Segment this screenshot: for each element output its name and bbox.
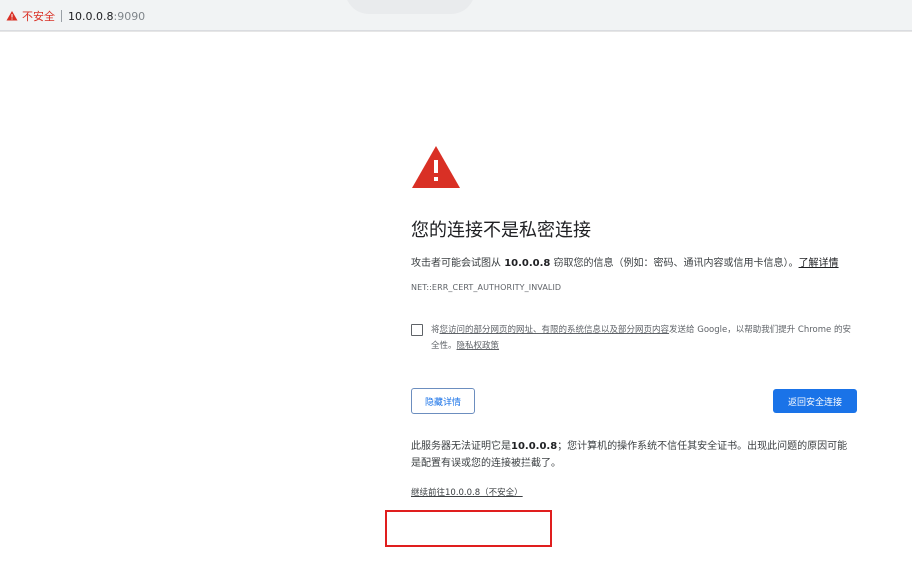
intro-text: 攻击者可能会试图从 10.0.0.8 窃取您的信息（例如：密码、通讯内容或信用卡… bbox=[411, 255, 856, 273]
annotation-highlight-box bbox=[385, 510, 552, 547]
details-prefix: 此服务器无法证明它是 bbox=[411, 441, 511, 452]
ssl-interstitial: 您的连接不是私密连接 攻击者可能会试图从 10.0.0.8 窃取您的信息（例如：… bbox=[411, 145, 861, 499]
privacy-policy-link[interactable]: 隐私权政策 bbox=[457, 341, 500, 351]
back-to-safety-button[interactable]: 返回安全连接 bbox=[773, 389, 857, 413]
error-code: NET::ERR_CERT_AUTHORITY_INVALID bbox=[411, 283, 562, 292]
learn-more-link[interactable]: 了解详情 bbox=[799, 258, 839, 269]
omnibox[interactable]: 不安全 10.0.0.8:9090 bbox=[6, 7, 145, 25]
safe-browsing-optin: 将您访问的部分网页的网址、有限的系统信息以及部分网页内容发送给 Google，以… bbox=[411, 322, 856, 354]
optin-prefix: 将 bbox=[431, 325, 440, 335]
details-text: 此服务器无法证明它是10.0.0.8；您计算机的操作系统不信任其安全证书。出现此… bbox=[411, 438, 856, 472]
url-host[interactable]: 10.0.0.8 bbox=[68, 10, 113, 23]
security-status-label[interactable]: 不安全 bbox=[22, 8, 55, 24]
optin-text: 将您访问的部分网页的网址、有限的系统信息以及部分网页内容发送给 Google，以… bbox=[431, 322, 856, 354]
optin-checkbox[interactable] bbox=[411, 324, 423, 336]
intro-prefix: 攻击者可能会试图从 bbox=[411, 258, 505, 269]
intro-host: 10.0.0.8 bbox=[504, 258, 551, 269]
button-row: 隐藏详情 返回安全连接 bbox=[411, 388, 857, 416]
page-title: 您的连接不是私密连接 bbox=[411, 220, 591, 241]
toolbar-divider bbox=[0, 31, 912, 32]
warning-triangle-icon[interactable] bbox=[6, 10, 18, 22]
omnibox-divider bbox=[61, 10, 62, 22]
url-port[interactable]: :9090 bbox=[113, 10, 145, 23]
hide-details-button[interactable]: 隐藏详情 bbox=[411, 388, 475, 414]
address-bar[interactable]: 不安全 10.0.0.8:9090 bbox=[0, 0, 912, 31]
details-host: 10.0.0.8 bbox=[511, 441, 558, 452]
tab-shadow bbox=[345, 0, 475, 14]
optin-data-link[interactable]: 您访问的部分网页的网址、有限的系统信息以及部分网页内容 bbox=[440, 325, 670, 335]
intro-suffix: 窃取您的信息（例如：密码、通讯内容或信用卡信息）。 bbox=[550, 258, 799, 269]
proceed-unsafe-link[interactable]: 继续前往10.0.0.8（不安全） bbox=[411, 486, 523, 498]
warning-triangle-icon bbox=[412, 146, 460, 188]
